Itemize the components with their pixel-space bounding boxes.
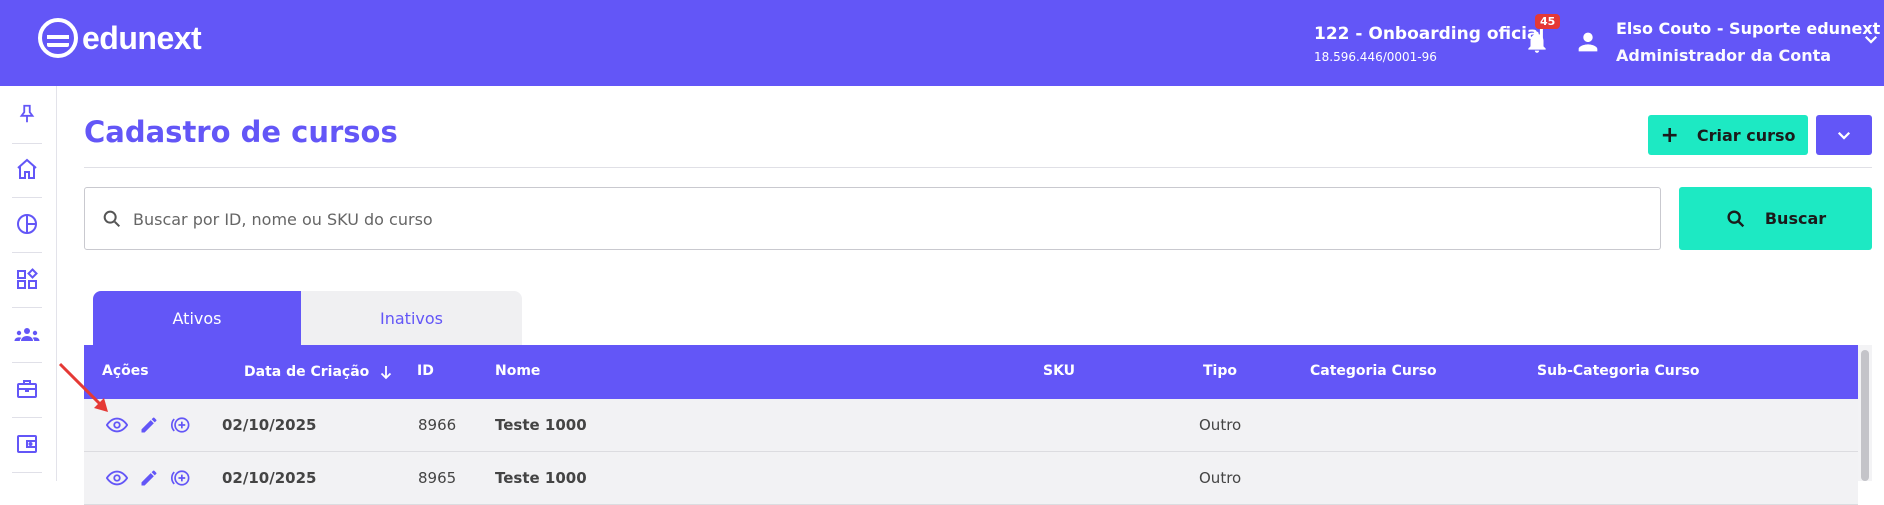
title-divider [84,167,1872,168]
column-header-created-date[interactable]: Data de Criação [244,363,395,381]
edit-icon[interactable] [138,414,160,436]
notification-badge: 45 [1535,14,1561,29]
row-created-date: 02/10/2025 [222,416,317,434]
user-role: Administrador da Conta [1616,46,1832,65]
search-button-label: Buscar [1764,209,1827,228]
page-title: Cadastro de cursos [84,115,398,149]
brand-logo[interactable]: edunext [38,18,202,58]
sidebar-item-pin[interactable] [10,94,44,134]
sidebar-divider [12,472,42,473]
column-header-subcategory: Sub-Categoria Curso [1537,363,1700,379]
tab-inativos[interactable]: Inativos [301,291,522,345]
sidebar-item-users[interactable] [10,314,44,354]
organization-document: 18.596.446/0001-96 [1314,50,1437,64]
column-header-created-date-label: Data de Criação [244,364,370,380]
column-header-id: ID [417,363,434,379]
plus-icon: + [1660,122,1679,148]
row-actions [106,414,192,436]
apps-icon [17,268,38,289]
search-input[interactable] [133,198,1633,240]
brand-name: edunext [82,19,202,56]
create-course-button[interactable]: + Criar curso [1648,115,1808,155]
search-button[interactable]: Buscar [1679,187,1872,250]
row-actions [106,467,192,489]
sidebar-divider [12,143,42,144]
user-menu[interactable]: Elso Couto - Suporte edunext Administrad… [1616,19,1880,65]
annotation-arrow-icon [58,362,108,412]
groups-icon [14,328,40,341]
add-circle-icon[interactable] [170,414,192,436]
row-name: Teste 1000 [495,469,587,487]
add-circle-icon[interactable] [170,467,192,489]
column-header-sku: SKU [1043,363,1076,379]
table-row: 02/10/2025 8965 Teste 1000 Outro [84,452,1858,505]
tab-ativos[interactable]: Ativos [93,291,301,345]
pin-icon [19,104,35,123]
row-type: Outro [1199,469,1242,487]
sidebar-divider [12,252,42,253]
home-icon [17,158,37,179]
column-header-name: Nome [495,363,541,379]
chart-pie-icon [17,214,37,234]
chevron-down-icon[interactable] [1862,30,1880,48]
row-id: 8966 [418,416,457,434]
sidebar-item-finance[interactable] [10,424,44,464]
search-box [84,187,1661,250]
organization-name: 122 - Onboarding oficial [1314,24,1545,44]
chevron-down-icon [1837,131,1851,140]
row-name: Teste 1000 [495,416,587,434]
user-name: Elso Couto - Suporte edunext [1616,19,1881,38]
sidebar-divider [12,307,42,308]
sidebar-item-dashboard[interactable] [10,204,44,244]
briefcase-icon [17,380,37,398]
sidebar-divider [12,417,42,418]
table-row: 02/10/2025 8966 Teste 1000 Outro [84,399,1858,452]
logo-icon [38,18,78,58]
sidebar-item-business[interactable] [10,369,44,409]
row-id: 8965 [418,469,457,487]
row-type: Outro [1199,416,1242,434]
sidebar-divider [12,197,42,198]
table-header: Ações Data de Criação ID Nome SKU Tipo C… [84,345,1858,399]
user-icon[interactable] [1574,28,1602,56]
organization-selector[interactable]: 122 - Onboarding oficial 18.596.446/0001… [1314,24,1544,64]
sidebar-item-home[interactable] [10,149,44,189]
sidebar [0,86,57,481]
top-bar: edunext 122 - Onboarding oficial 18.596.… [0,0,1884,86]
view-icon[interactable] [106,467,128,489]
sidebar-divider [12,362,42,363]
search-icon [1727,209,1745,227]
row-created-date: 02/10/2025 [222,469,317,487]
sort-arrow-down-icon [381,366,392,380]
wallet-icon [17,435,37,453]
edit-icon[interactable] [138,467,160,489]
bell-icon[interactable] [1524,28,1550,56]
search-icon [103,210,121,228]
sidebar-item-catalog[interactable] [10,259,44,299]
table-scrollbar-thumb[interactable] [1861,350,1869,481]
column-header-category: Categoria Curso [1310,363,1437,379]
create-course-label: Criar curso [1696,125,1796,145]
courses-table: Ações Data de Criação ID Nome SKU Tipo C… [84,345,1858,505]
column-header-type: Tipo [1203,363,1237,379]
more-options-button[interactable] [1816,115,1872,155]
